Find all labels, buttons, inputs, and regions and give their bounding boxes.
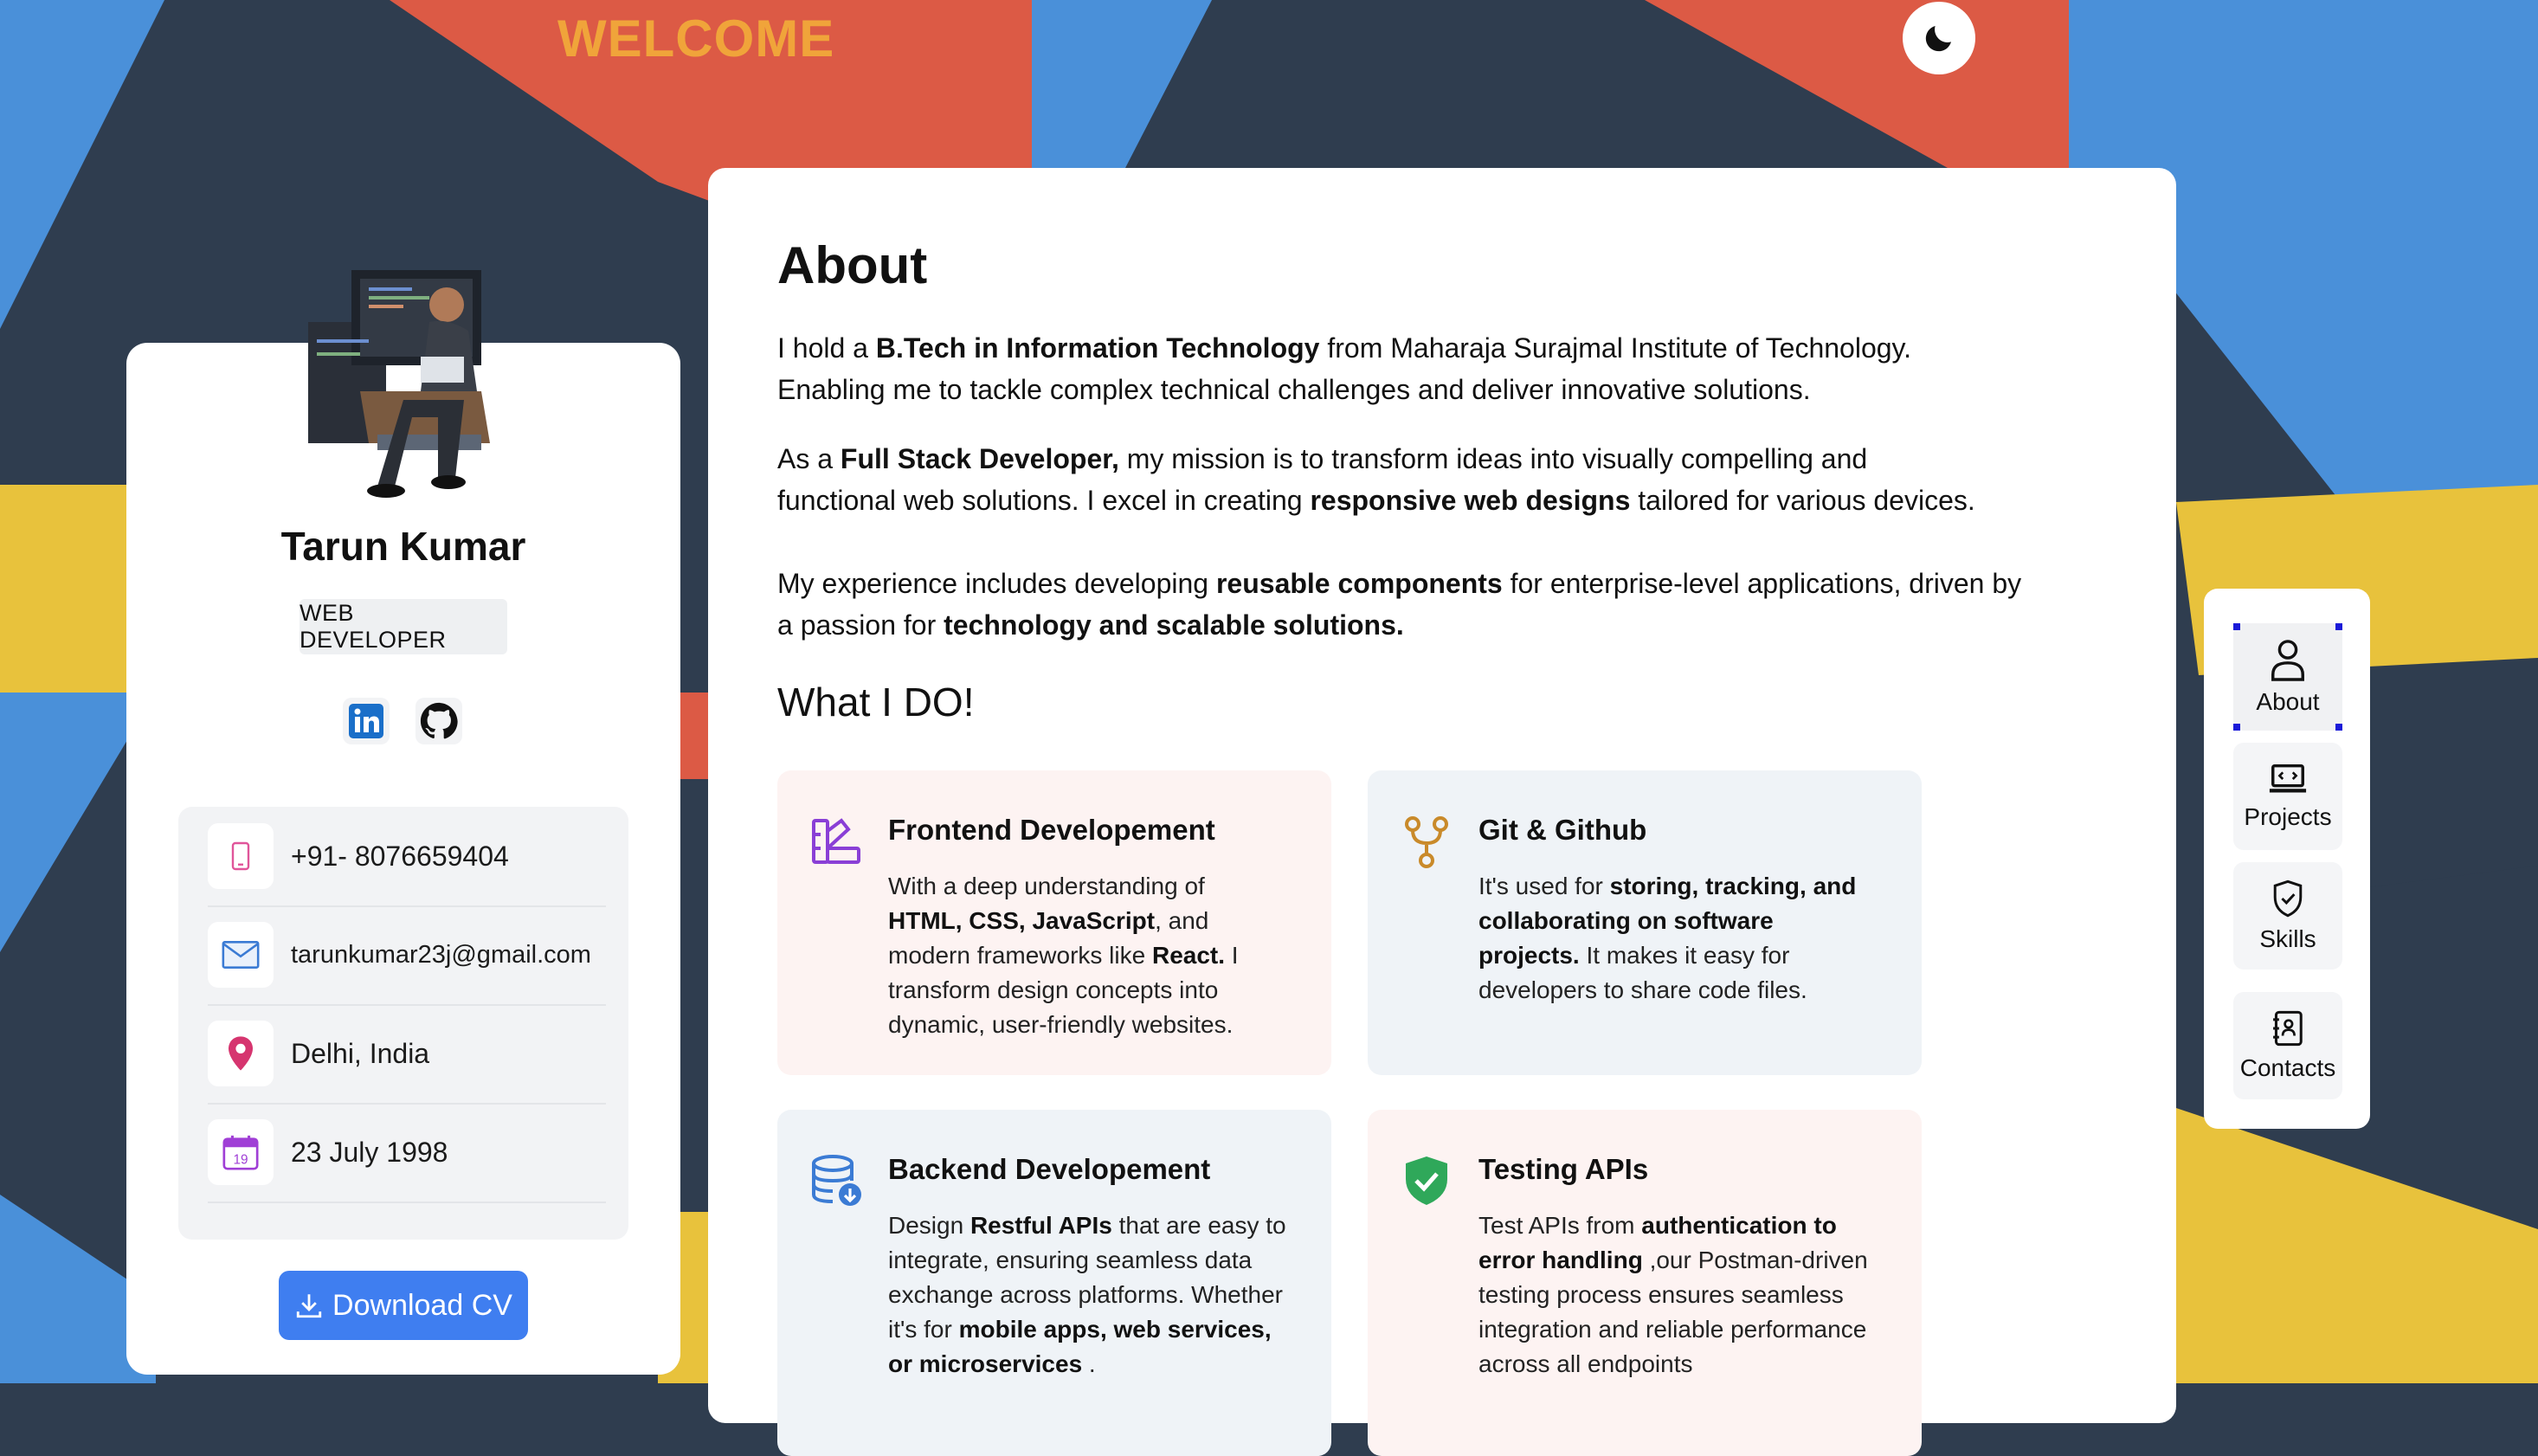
download-cv-button[interactable]: Download CV xyxy=(279,1271,528,1340)
side-navigation: About Projects Skills Contacts xyxy=(2204,589,2370,1129)
download-icon xyxy=(296,1294,322,1318)
theme-toggle-button[interactable] xyxy=(1903,2,1975,74)
database-icon xyxy=(812,1155,861,1206)
about-paragraph-mission: As a Full Stack Developer, my mission is… xyxy=(777,443,1975,516)
laptop-code-icon xyxy=(2269,763,2307,793)
nav-label-contacts: Contacts xyxy=(2239,1054,2336,1081)
service-desc-backend: Design Restful APIs that are easy to inte… xyxy=(888,1212,1286,1377)
about-paragraph-education: I hold a B.Tech in Information Technolog… xyxy=(777,332,1912,405)
mail-icon-wrapper xyxy=(208,922,274,988)
service-desc-git: It's used for storing, tracking, and coll… xyxy=(1478,873,1857,1003)
calendar-icon-wrapper: 19 xyxy=(208,1119,274,1185)
social-links xyxy=(343,698,462,744)
service-title-frontend: Frontend Developement xyxy=(888,814,1215,846)
service-title-testing: Testing APIs xyxy=(1478,1153,1649,1185)
phone-icon-wrapper xyxy=(208,823,274,889)
user-icon xyxy=(2271,640,2304,681)
shield-check-icon xyxy=(1406,1156,1447,1205)
linkedin-icon xyxy=(349,704,383,738)
service-title-backend: Backend Developement xyxy=(888,1153,1211,1185)
calendar-day-number: 19 xyxy=(233,1152,248,1167)
nav-label-skills: Skills xyxy=(2259,925,2316,952)
moon-icon xyxy=(1925,26,1951,52)
nav-label-about: About xyxy=(2256,688,2320,715)
phone-icon xyxy=(231,841,250,871)
service-card-testing: Testing APIs Test APIs from authenticati… xyxy=(1368,1110,1922,1456)
about-paragraph-experience: My experience includes developing reusab… xyxy=(777,568,2022,641)
nav-item-projects[interactable]: Projects xyxy=(2233,743,2342,850)
welcome-heading: WELCOME xyxy=(557,10,835,68)
linkedin-link[interactable] xyxy=(343,698,390,744)
developer-avatar-illustration xyxy=(308,270,490,498)
contact-email-row: tarunkumar23j@gmail.com xyxy=(208,905,606,1006)
nav-item-contacts[interactable]: Contacts xyxy=(2233,992,2342,1099)
shield-check-outline-icon xyxy=(2273,879,2303,918)
service-desc-testing: Test APIs from authentication to error ha… xyxy=(1478,1212,1868,1377)
what-i-do-title: What I DO! xyxy=(777,680,975,725)
contact-phone[interactable]: +91- 8076659404 xyxy=(291,841,509,873)
design-tools-icon xyxy=(812,818,860,864)
contact-location-row: Delhi, India xyxy=(208,1004,606,1105)
contact-birthday: 23 July 1998 xyxy=(291,1136,448,1168)
mail-icon xyxy=(222,941,260,969)
service-title-git: Git & Github xyxy=(1478,814,1647,846)
calendar-icon: 19 xyxy=(222,1135,259,1170)
about-title: About xyxy=(777,236,928,294)
contact-email[interactable]: tarunkumar23j@gmail.com xyxy=(291,941,591,970)
profile-card: Tarun Kumar WEB DEVELOPER +91- 807665940… xyxy=(126,270,680,1375)
about-section: About I hold a B.Tech in Information Tec… xyxy=(708,168,2176,1456)
nav-item-about[interactable]: About xyxy=(2233,623,2342,731)
contact-birthday-row: 19 23 July 1998 xyxy=(208,1103,606,1203)
service-card-backend: Backend Developement Design Restful APIs… xyxy=(777,1110,1331,1456)
contact-info-box: +91- 8076659404 tarunkumar23j@gmail.com … xyxy=(178,807,628,1240)
nav-item-skills[interactable]: Skills xyxy=(2233,862,2342,970)
address-book-icon xyxy=(2273,1010,2303,1047)
contact-location: Delhi, India xyxy=(291,1037,430,1069)
service-card-frontend: Frontend Developement With a deep unders… xyxy=(777,770,1331,1075)
nav-label-projects: Projects xyxy=(2244,803,2332,830)
location-pin-icon xyxy=(229,1036,253,1071)
service-desc-frontend: With a deep understanding of HTML, CSS, J… xyxy=(888,873,1239,1038)
github-link[interactable] xyxy=(415,698,462,744)
github-icon xyxy=(420,702,458,739)
contact-phone-row: +91- 8076659404 xyxy=(208,807,606,907)
service-card-git: Git & Github It's used for storing, trac… xyxy=(1368,770,1922,1075)
git-branch-icon xyxy=(1405,816,1448,868)
location-icon-wrapper xyxy=(208,1021,274,1086)
profile-name: Tarun Kumar xyxy=(280,524,526,569)
download-cv-label: Download CV xyxy=(332,1288,512,1322)
role-badge: WEB DEVELOPER xyxy=(300,599,507,654)
